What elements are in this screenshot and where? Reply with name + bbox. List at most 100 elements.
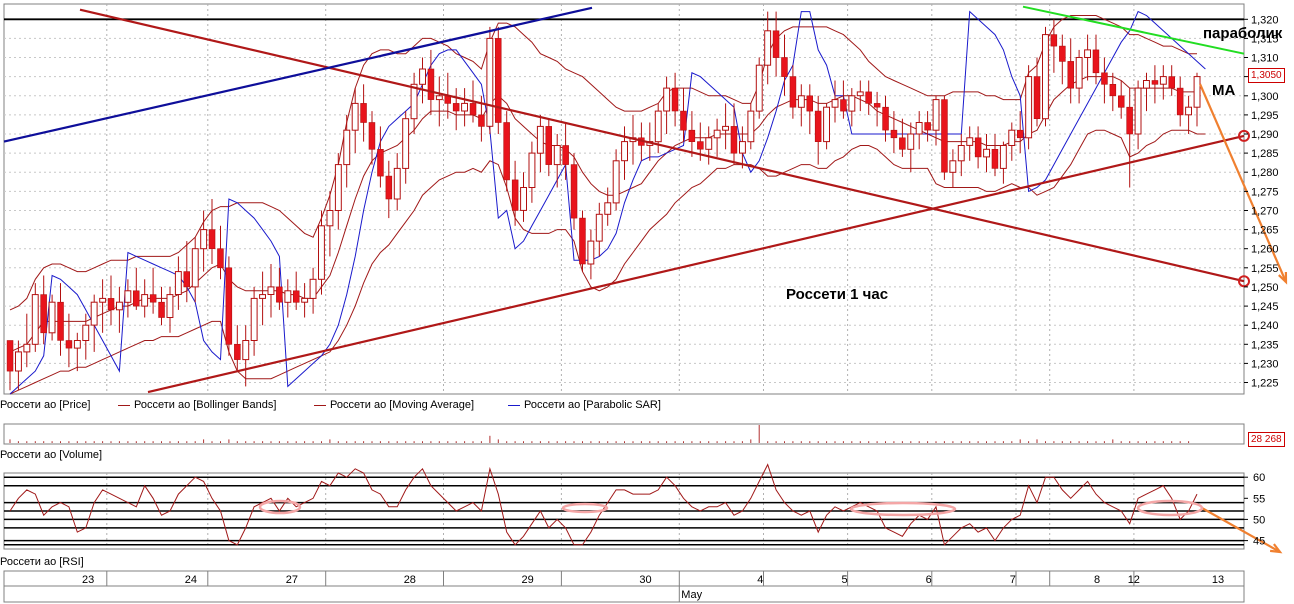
candle-body [882, 106, 889, 131]
candle-body [174, 271, 182, 296]
candle-body [1033, 76, 1041, 119]
date-label: 4 [757, 574, 763, 586]
candle-body [6, 340, 14, 372]
candle-body [149, 294, 157, 303]
candle-body [671, 87, 679, 112]
candle-body [983, 148, 990, 158]
candle-body [873, 103, 881, 108]
candle-body [1159, 76, 1167, 85]
candle-body [932, 99, 940, 131]
candle-body [1042, 34, 1049, 120]
candle-body [1016, 129, 1024, 139]
candle-body [663, 87, 671, 112]
ma-annotation: MA [1212, 82, 1236, 99]
candle-body [1067, 61, 1075, 89]
candle-body [73, 340, 81, 349]
candle-body [823, 106, 830, 143]
candle-body [31, 294, 39, 345]
candle-body [941, 99, 948, 173]
candle-body [141, 294, 149, 307]
candle-body [865, 91, 872, 104]
candle-body [166, 294, 174, 319]
date-label: 27 [286, 574, 298, 586]
candle-body [511, 179, 519, 211]
candle-body [553, 145, 561, 166]
candle-body [461, 102, 469, 112]
candle-body [604, 202, 612, 215]
candle-body [1109, 84, 1117, 97]
date-label: 28 [404, 574, 416, 586]
candle-body [1176, 87, 1184, 116]
price-tick-label: 1,285 [1251, 148, 1279, 160]
price-tick-label: 1,275 [1251, 186, 1279, 198]
candle-body [1008, 129, 1016, 146]
candle-body [183, 271, 191, 288]
candle-body [814, 110, 822, 142]
date-label: 5 [842, 574, 848, 586]
candle-body [351, 102, 359, 131]
candle-body [688, 129, 696, 142]
candle-body [570, 164, 578, 219]
date-label: 30 [639, 574, 651, 586]
candle-body [368, 122, 376, 150]
candle-body [1168, 76, 1176, 89]
price-tick-label: 1,235 [1251, 339, 1279, 351]
candle-body [419, 68, 427, 85]
candle-body [360, 103, 367, 123]
last-price-box: 1,3050 [1248, 68, 1285, 83]
candle-body [1075, 57, 1083, 89]
candle-body [595, 213, 603, 242]
price-tick-label: 1,265 [1251, 225, 1279, 237]
candle-body [924, 122, 931, 131]
rsi-tick-label: 45 [1253, 536, 1265, 548]
candle-body [1101, 72, 1108, 85]
date-label: 7 [1010, 574, 1016, 586]
volume-legend: Россети ао [Volume] [0, 449, 103, 461]
legend-bollinger-swatch [118, 404, 130, 406]
candle-body [1025, 76, 1033, 139]
candle-body [831, 99, 839, 108]
candle-body [402, 118, 410, 169]
candle-body [713, 129, 721, 139]
date-label: 23 [82, 574, 94, 586]
candle-body [393, 167, 401, 200]
candle-body [15, 351, 22, 372]
price-tick-label: 1,225 [1251, 378, 1279, 390]
candle-body [284, 290, 292, 303]
price-tick-label: 1,230 [1251, 358, 1279, 370]
candle-body [82, 324, 90, 342]
candle-body [772, 30, 780, 58]
chart-canvas: 23 24 27 28 29 30 4 5 6 7 8 12 13May1,3201,3151,3101… [0, 0, 1294, 604]
candle-body [562, 145, 569, 165]
candle-body [621, 141, 628, 162]
candle-body [739, 141, 746, 154]
month-label: May [681, 589, 702, 601]
candle-body [292, 290, 300, 303]
date-label: 13 [1212, 574, 1224, 586]
candle-body [276, 286, 283, 303]
candle-body [334, 164, 342, 212]
candle-body [528, 152, 536, 189]
candle-body [1151, 80, 1159, 85]
chart-background [0, 0, 1294, 604]
candle-body [318, 225, 325, 280]
rsi-tick-label: 60 [1253, 472, 1265, 484]
candle-body [789, 76, 797, 108]
candle-body [217, 248, 224, 269]
rsi-tick-label: 55 [1253, 493, 1265, 505]
parabolic-annotation: параболик [1203, 25, 1283, 42]
candle-body [200, 229, 208, 250]
candle-body [343, 129, 351, 166]
price-tick-label: 1,260 [1251, 244, 1279, 256]
legend-sar-swatch [508, 404, 520, 406]
candle-body [1118, 95, 1125, 108]
candle-body [250, 297, 258, 341]
candle-body [435, 95, 443, 101]
candle-body [536, 125, 544, 154]
candle-body [1050, 34, 1058, 47]
price-tick-label: 1,295 [1251, 110, 1279, 122]
candle-body [377, 149, 384, 177]
candle-body [1185, 106, 1192, 116]
candle-body [116, 301, 123, 311]
price-tick-label: 1,310 [1251, 53, 1279, 65]
